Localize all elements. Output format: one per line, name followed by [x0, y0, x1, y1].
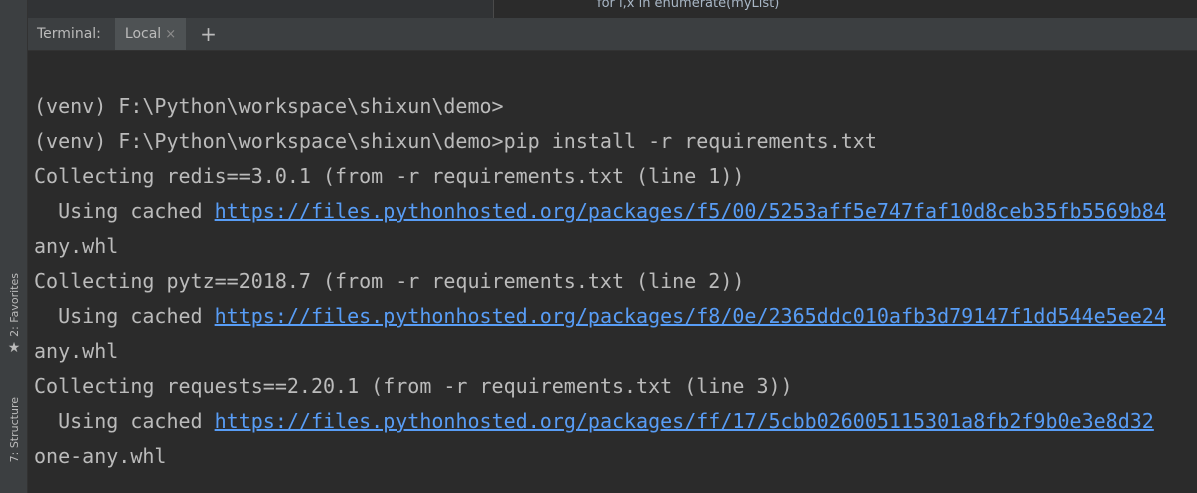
structure-label: 7: Structure — [7, 397, 21, 463]
terminal-line-text: any.whl — [34, 234, 119, 258]
terminal-line-text: one-any.whl — [34, 444, 167, 468]
terminal-line-text: (venv) F:\Python\workspace\shixun\demo>p… — [34, 129, 877, 153]
editor-top-strip: for i,x in enumerate(myList) — [28, 0, 1197, 18]
terminal-line-text: Collecting redis==3.0.1 (from -r require… — [34, 164, 745, 188]
editor-area[interactable]: for i,x in enumerate(myList) — [493, 0, 1197, 18]
tab-local-label: Local — [124, 26, 162, 42]
terminal-line-prefix: Using cached — [34, 199, 215, 223]
terminal-line-prefix: Using cached — [34, 304, 215, 328]
new-session-button[interactable]: + — [200, 24, 217, 44]
terminal-line: (venv) F:\Python\workspace\shixun\demo>p… — [34, 124, 1166, 159]
terminal-line: Collecting pytz==2018.7 (from -r require… — [34, 264, 1166, 299]
terminal-lines: (venv) F:\Python\workspace\shixun\demo> (… — [34, 89, 1166, 474]
package-url-link[interactable]: https://files.pythonhosted.org/packages/… — [215, 409, 1154, 433]
terminal-line: Collecting requests==2.20.1 (from -r req… — [34, 369, 1166, 404]
terminal-header: Terminal: Local × + — [28, 18, 1197, 51]
terminal-line-text: any.whl — [34, 339, 119, 363]
close-icon[interactable]: × — [165, 27, 176, 42]
terminal-title: Terminal: — [37, 26, 101, 42]
favorites-label: 2: Favorites — [7, 273, 21, 337]
ide-window: 2: Favorites ★ 7: Structure for i,x in e… — [0, 0, 1197, 493]
structure-tool-button[interactable]: 7: Structure — [4, 388, 24, 472]
terminal-line-text: (venv) F:\Python\workspace\shixun\demo> — [34, 94, 504, 118]
terminal-line: Using cached https://files.pythonhosted.… — [34, 194, 1166, 229]
package-url-link[interactable]: https://files.pythonhosted.org/packages/… — [215, 199, 1166, 223]
tab-local[interactable]: Local × — [114, 18, 187, 50]
terminal-line: any.whl — [34, 334, 1166, 369]
terminal-line-prefix: Using cached — [34, 409, 215, 433]
package-url-link[interactable]: https://files.pythonhosted.org/packages/… — [215, 304, 1166, 328]
terminal-line: Using cached https://files.pythonhosted.… — [34, 404, 1166, 439]
terminal-output[interactable]: (venv) F:\Python\workspace\shixun\demo> (… — [28, 51, 1197, 493]
terminal-line-text: Collecting pytz==2018.7 (from -r require… — [34, 269, 745, 293]
terminal-line: Using cached https://files.pythonhosted.… — [34, 299, 1166, 334]
star-icon: ★ — [7, 339, 21, 356]
left-tool-stripe: 2: Favorites ★ 7: Structure — [0, 0, 28, 493]
editor-code-line: for i,x in enumerate(myList) — [597, 0, 780, 11]
terminal-line: Collecting redis==3.0.1 (from -r require… — [34, 159, 1166, 194]
favorites-tool-button[interactable]: 2: Favorites ★ — [4, 262, 24, 366]
terminal-line-text: Collecting requests==2.20.1 (from -r req… — [34, 374, 793, 398]
terminal-line: one-any.whl — [34, 439, 1166, 474]
terminal-line: (venv) F:\Python\workspace\shixun\demo> — [34, 89, 1166, 124]
terminal-line: any.whl — [34, 229, 1166, 264]
